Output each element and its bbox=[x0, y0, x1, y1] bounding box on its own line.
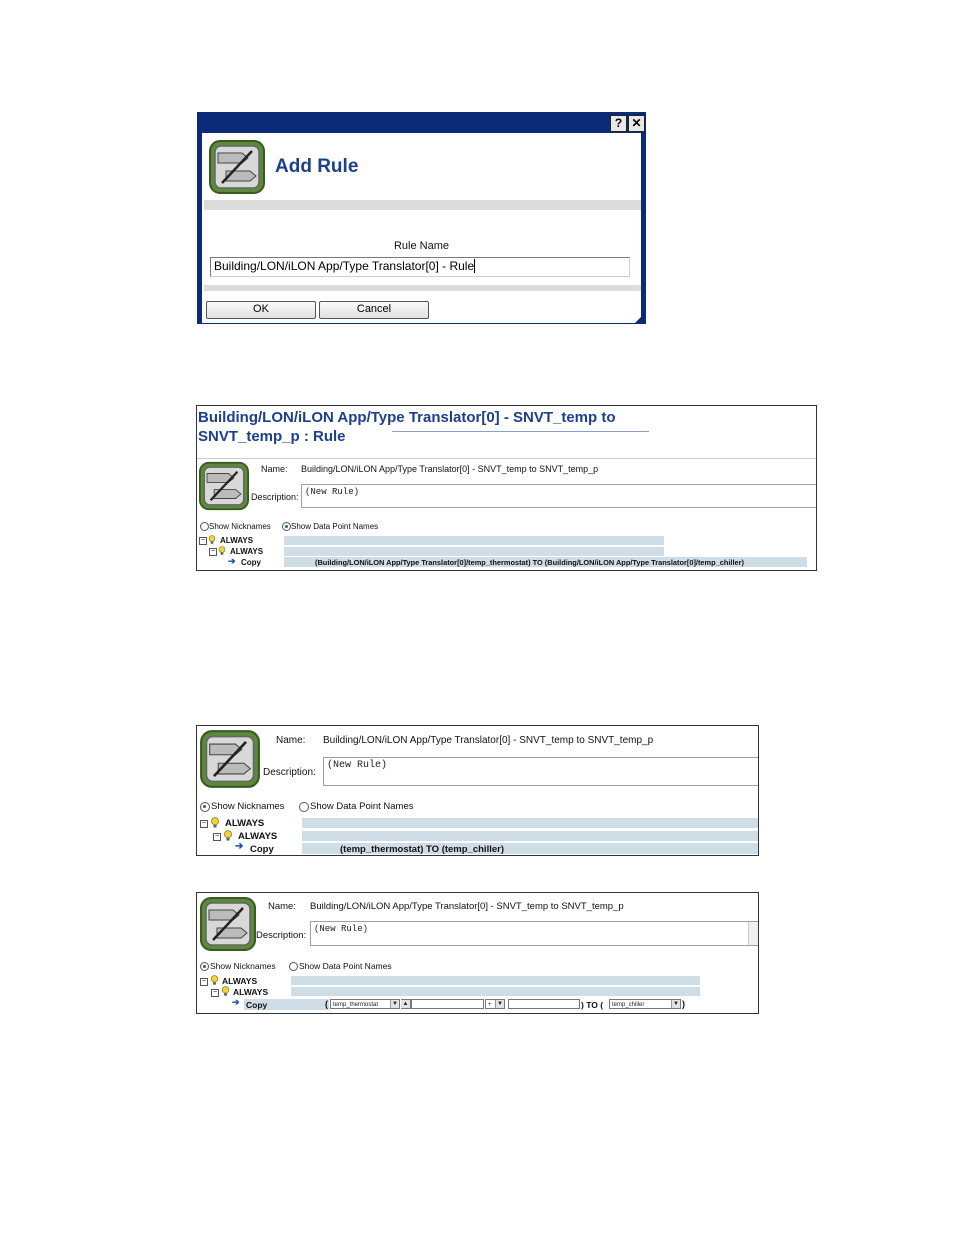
lightbulb-icon bbox=[210, 975, 219, 985]
source-spinner[interactable]: ▲ bbox=[401, 999, 411, 1009]
show-nicknames-label: Show Nicknames bbox=[210, 961, 276, 971]
collapse-toggle[interactable]: − bbox=[200, 978, 208, 986]
resize-handle[interactable] bbox=[635, 313, 645, 323]
description-label: Description: bbox=[256, 930, 307, 941]
description-scrollbar[interactable] bbox=[748, 922, 758, 945]
show-datapoint-names-radio[interactable] bbox=[282, 522, 291, 531]
target-select[interactable]: temp_chiller ▼ bbox=[609, 999, 681, 1009]
lightbulb-icon bbox=[221, 986, 230, 996]
name-value: Building/LON/iLON App/Type Translator[0]… bbox=[310, 901, 624, 912]
show-datapoint-names-radio[interactable] bbox=[299, 802, 309, 812]
chevron-down-icon: ▼ bbox=[390, 1000, 399, 1008]
rule-title: Building/LON/iLON App/Type Translator[0]… bbox=[198, 409, 616, 445]
cancel-button[interactable]: Cancel bbox=[319, 301, 429, 319]
rule-panel-full-names: Building/LON/iLON App/Type Translator[0]… bbox=[196, 405, 817, 571]
description-input[interactable]: (New Rule) bbox=[310, 921, 758, 946]
copy-action[interactable]: Copy bbox=[246, 1000, 267, 1010]
arrow-right-icon: ➔ bbox=[235, 841, 244, 852]
collapse-toggle[interactable]: − bbox=[213, 833, 221, 841]
chevron-down-icon: ▼ bbox=[671, 1000, 680, 1008]
name-value: Building/LON/iLON App/Type Translator[0]… bbox=[323, 735, 654, 746]
description-label: Description: bbox=[251, 492, 299, 502]
operand-input[interactable] bbox=[411, 999, 484, 1009]
chevron-down-icon: ▼ bbox=[495, 1000, 504, 1008]
rule-icon bbox=[200, 897, 256, 951]
arrow-right-icon: ➔ bbox=[228, 556, 236, 566]
rule-name-input[interactable]: Building/LON/iLON App/Type Translator[0]… bbox=[210, 257, 630, 277]
lightbulb-icon bbox=[218, 546, 226, 555]
rule-name-label: Rule Name bbox=[393, 240, 450, 252]
add-rule-dialog: ? ✕ Add Rule Rule Name Building/LON/iLON… bbox=[197, 112, 646, 324]
always-condition[interactable]: ALWAYS bbox=[238, 831, 277, 842]
description-label: Description: bbox=[263, 767, 316, 778]
copy-action[interactable]: Copy bbox=[250, 844, 274, 855]
show-nicknames-label: Show Nicknames bbox=[211, 801, 285, 812]
help-button[interactable]: ? bbox=[610, 115, 627, 132]
show-nicknames-radio[interactable] bbox=[200, 802, 210, 812]
show-datapoint-names-radio[interactable] bbox=[289, 962, 298, 971]
collapse-toggle[interactable]: − bbox=[200, 820, 208, 828]
operand2-input[interactable] bbox=[508, 999, 580, 1009]
show-nicknames-radio[interactable] bbox=[200, 522, 209, 531]
always-condition[interactable]: ALWAYS bbox=[220, 536, 253, 545]
description-input[interactable]: (New Rule) bbox=[301, 484, 816, 508]
show-datapoint-names-label: Show Data Point Names bbox=[299, 961, 392, 971]
lightbulb-icon bbox=[224, 830, 232, 841]
collapse-toggle[interactable]: − bbox=[199, 537, 207, 545]
dialog-titlebar bbox=[198, 113, 645, 133]
arrow-right-icon: ➔ bbox=[232, 997, 240, 1007]
copy-expression[interactable]: (temp_thermostat) TO (temp_chiller) bbox=[340, 844, 504, 855]
show-nicknames-label: Show Nicknames bbox=[209, 522, 271, 531]
show-nicknames-radio[interactable] bbox=[200, 962, 209, 971]
name-label: Name: bbox=[268, 901, 296, 912]
name-label: Name: bbox=[276, 735, 306, 746]
chevron-up-icon: ▲ bbox=[401, 1000, 410, 1008]
copy-expression[interactable]: (Building/LON/iLON App/Type Translator[0… bbox=[315, 558, 744, 567]
rule-panel-edit: Name: Building/LON/iLON App/Type Transla… bbox=[196, 892, 759, 1014]
always-condition[interactable]: ALWAYS bbox=[222, 976, 257, 986]
name-label: Name: bbox=[261, 464, 288, 474]
dialog-body: Add Rule Rule Name Building/LON/iLON App… bbox=[202, 133, 641, 319]
close-button[interactable]: ✕ bbox=[628, 115, 645, 132]
source-select[interactable]: temp_thermostat ▼ bbox=[330, 999, 400, 1009]
name-value: Building/LON/iLON App/Type Translator[0]… bbox=[301, 464, 599, 474]
lightbulb-icon bbox=[208, 535, 216, 544]
description-input[interactable]: (New Rule) bbox=[323, 757, 758, 786]
rule-icon bbox=[200, 730, 260, 788]
rule-icon bbox=[209, 140, 265, 194]
rule-panel-nicknames: Name: Building/LON/iLON App/Type Transla… bbox=[196, 725, 759, 856]
rule-icon bbox=[199, 461, 249, 511]
operator-select[interactable]: + ▼ bbox=[485, 999, 505, 1009]
dialog-title: Add Rule bbox=[275, 156, 359, 177]
show-datapoint-names-label: Show Data Point Names bbox=[310, 801, 414, 812]
always-condition[interactable]: ALWAYS bbox=[225, 818, 264, 829]
always-condition[interactable]: ALWAYS bbox=[233, 987, 268, 997]
ok-button[interactable]: OK bbox=[206, 301, 316, 319]
collapse-toggle[interactable]: − bbox=[209, 548, 217, 556]
copy-action[interactable]: Copy bbox=[241, 558, 261, 567]
lightbulb-icon bbox=[211, 817, 219, 828]
show-datapoint-names-label: Show Data Point Names bbox=[291, 522, 379, 531]
collapse-toggle[interactable]: − bbox=[211, 989, 219, 997]
always-condition[interactable]: ALWAYS bbox=[230, 547, 263, 556]
